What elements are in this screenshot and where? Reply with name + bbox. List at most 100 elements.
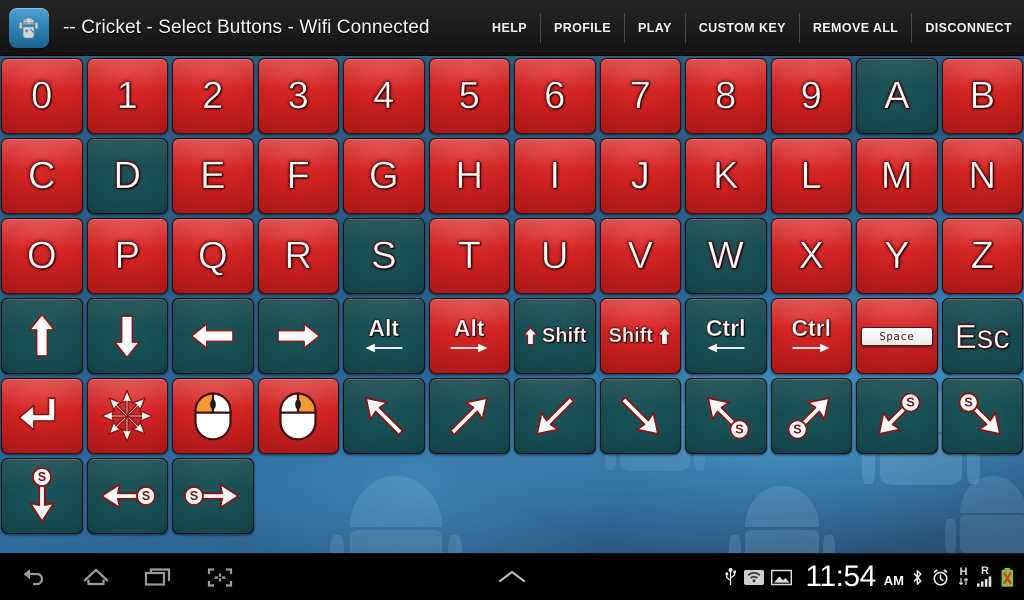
key-o[interactable]: O <box>1 218 83 294</box>
key-diag-down-right[interactable] <box>599 378 681 454</box>
key-g[interactable]: G <box>343 138 425 214</box>
key-selection-grid: 0 1 2 3 4 5 6 7 8 9 A B C D E F G H I J K L M N O P Q R S T U V W X Y Z Alt A… <box>0 56 1024 536</box>
key-arrow-left[interactable] <box>172 298 254 374</box>
key-6[interactable]: 6 <box>514 58 596 134</box>
key-mouse-right-click[interactable] <box>257 378 339 454</box>
key-q[interactable]: Q <box>172 218 254 294</box>
key-b[interactable]: B <box>941 58 1023 134</box>
key-scroll-diag-down-right[interactable]: S <box>941 378 1023 454</box>
key-enter[interactable] <box>1 378 83 454</box>
svg-text:S: S <box>189 489 197 503</box>
key-arrow-up[interactable] <box>1 298 83 374</box>
key-label: 3 <box>287 75 309 117</box>
key-scroll-diag-down-left[interactable]: S <box>856 378 938 454</box>
diag-ul-icon <box>355 387 413 445</box>
key-w[interactable]: W <box>685 218 767 294</box>
key-diag-down-left[interactable] <box>514 378 596 454</box>
diag-ur-s-icon: S <box>782 387 840 445</box>
key-r[interactable]: R <box>257 218 339 294</box>
chevron-up-icon <box>498 570 526 583</box>
key-n[interactable]: N <box>941 138 1023 214</box>
mouse-right-icon <box>278 391 318 441</box>
key-j[interactable]: J <box>599 138 681 214</box>
diagonal-arrow-scroll-glyph: S <box>877 392 921 435</box>
key-y[interactable]: Y <box>856 218 938 294</box>
key-d[interactable]: D <box>86 138 168 214</box>
key-esc[interactable]: Esc <box>941 298 1023 374</box>
arrow-glyph <box>114 315 141 359</box>
key-label: D <box>113 155 141 197</box>
key-shift-right[interactable]: Shift <box>599 298 681 374</box>
back-icon[interactable] <box>14 560 54 594</box>
screenshot-glyph <box>207 568 233 587</box>
menu-item-disconnect[interactable]: DISCONNECT <box>912 13 1024 43</box>
key-h[interactable]: H <box>428 138 510 214</box>
key-scroll-right[interactable]: S <box>172 458 254 534</box>
key-5[interactable]: 5 <box>428 58 510 134</box>
key-0[interactable]: 0 <box>1 58 83 134</box>
menu-item-help[interactable]: HELP <box>479 12 541 43</box>
mouse-left-icon <box>193 391 233 441</box>
menu-item-profile[interactable]: PROFILE <box>541 12 625 43</box>
key-ctrl-left[interactable]: Ctrl <box>685 298 767 374</box>
screenshot-icon[interactable] <box>200 560 240 594</box>
key-diag-up-right[interactable] <box>428 378 510 454</box>
key-f[interactable]: F <box>257 138 339 214</box>
key-a[interactable]: A <box>856 58 938 134</box>
key-9[interactable]: 9 <box>770 58 852 134</box>
key-u[interactable]: U <box>514 218 596 294</box>
key-ctrl-right[interactable]: Ctrl <box>770 298 852 374</box>
key-2[interactable]: 2 <box>172 58 254 134</box>
key-scroll-left[interactable]: S <box>86 458 168 534</box>
key-scroll-diag-up-left[interactable]: S <box>685 378 767 454</box>
key-m[interactable]: M <box>856 138 938 214</box>
key-l[interactable]: L <box>770 138 852 214</box>
key-arrow-right[interactable] <box>257 298 339 374</box>
key-i[interactable]: I <box>514 138 596 214</box>
key-scroll-diag-up-right[interactable]: S <box>770 378 852 454</box>
key-e[interactable]: E <box>172 138 254 214</box>
key-4[interactable]: 4 <box>343 58 425 134</box>
key-move-all-directions[interactable] <box>86 378 168 454</box>
key-diag-up-left[interactable] <box>343 378 425 454</box>
key-8[interactable]: 8 <box>685 58 767 134</box>
key-7[interactable]: 7 <box>599 58 681 134</box>
recents-icon[interactable] <box>138 560 178 594</box>
key-k[interactable]: K <box>685 138 767 214</box>
menu-item-custom-key[interactable]: CUSTOM KEY <box>686 12 800 43</box>
diagonal-arrow-scroll-glyph: S <box>29 467 55 523</box>
key-z[interactable]: Z <box>941 218 1023 294</box>
key-scroll-down[interactable]: S <box>1 458 83 534</box>
key-alt-right[interactable]: Alt <box>428 298 510 374</box>
key-mouse-left-click[interactable] <box>172 378 254 454</box>
android-gamepad-icon[interactable] <box>9 7 49 48</box>
menu-item-remove-all[interactable]: REMOVE ALL <box>800 12 913 43</box>
diag-dr-s-icon: S <box>953 387 1011 445</box>
key-label: B <box>969 75 995 117</box>
key-3[interactable]: 3 <box>257 58 339 134</box>
key-shift-left[interactable]: Shift <box>514 298 596 374</box>
app-root: -- Cricket - Select Buttons - Wifi Conne… <box>0 0 1024 600</box>
menu-item-play[interactable]: PLAY <box>625 12 686 43</box>
modifier-key-content: Alt <box>446 316 492 355</box>
home-icon[interactable] <box>76 560 116 594</box>
key-v[interactable]: V <box>599 218 681 294</box>
enter-icon <box>16 392 68 440</box>
key-p[interactable]: P <box>86 218 168 294</box>
shift-up-arrow-icon <box>523 326 538 346</box>
key-alt-left[interactable]: Alt <box>343 298 425 374</box>
key-1[interactable]: 1 <box>86 58 168 134</box>
key-arrow-down[interactable] <box>86 298 168 374</box>
alarm-icon <box>933 568 948 586</box>
key-space[interactable]: Space <box>856 298 938 374</box>
key-label: V <box>627 235 653 277</box>
key-s[interactable]: S <box>343 218 425 294</box>
thin-arrow-right-icon <box>450 343 488 353</box>
key-label: E <box>200 155 226 197</box>
key-x[interactable]: X <box>770 218 852 294</box>
key-c[interactable]: C <box>1 138 83 214</box>
key-label: T <box>457 235 481 277</box>
diag-ur-icon <box>440 387 498 445</box>
key-t[interactable]: T <box>428 218 510 294</box>
roaming-signal-icon: R <box>977 565 993 588</box>
